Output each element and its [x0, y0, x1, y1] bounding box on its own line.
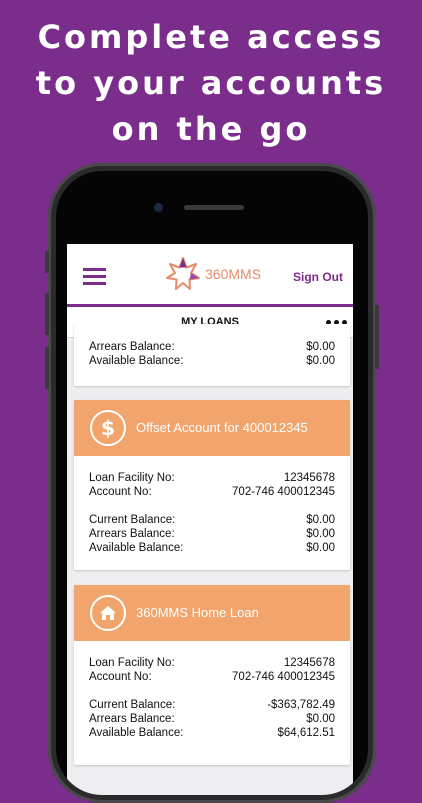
row-value: $0.00 [306, 355, 335, 367]
balance-row: Current Balance: -$363,782.49 [74, 699, 350, 713]
phone-side-button [45, 251, 49, 273]
brand-logo: 360MMS [165, 256, 261, 292]
row-value: 12345678 [283, 472, 335, 484]
row-label: Current Balance: [89, 514, 176, 526]
row-label: Account No: [89, 486, 152, 498]
balance-row: Current Balance: $0.00 [74, 514, 350, 528]
row-label: Arrears Balance: [89, 528, 175, 540]
loan-card-home-loan[interactable]: 360MMS Home Loan Loan Facility No: 12345… [74, 585, 350, 765]
detail-row: Account No: 702-746 400012345 [74, 671, 350, 685]
balance-row: Arrears Balance: $0.00 [74, 713, 350, 727]
balance-row: Available Balance: $0.00 [74, 355, 350, 369]
row-label: Arrears Balance: [89, 713, 175, 725]
loan-card-offset-account[interactable]: $ Offset Account for 400012345 Loan Faci… [74, 400, 350, 570]
detail-row: Loan Facility No: 12345678 [74, 472, 350, 486]
detail-row: Account No: 702-746 400012345 [74, 486, 350, 500]
star-logo-icon [166, 257, 200, 290]
row-label: Arrears Balance: [89, 341, 175, 353]
card-title: 360MMS Home Loan [136, 605, 259, 620]
row-value: 12345678 [283, 657, 335, 669]
phone-volume-up-button [45, 293, 49, 335]
hamburger-menu-icon[interactable] [83, 268, 106, 285]
dollar-icon: $ [90, 410, 126, 446]
phone-frame: 360MMS Sign Out MY LOANS Arrears Balance… [45, 163, 379, 803]
phone-bezel: 360MMS Sign Out MY LOANS Arrears Balance… [56, 171, 368, 795]
app-screen: 360MMS Sign Out MY LOANS Arrears Balance… [67, 244, 353, 795]
front-camera [154, 203, 163, 212]
row-value: $0.00 [306, 542, 335, 554]
loan-card-partial: Arrears Balance: $0.00 Available Balance… [74, 324, 350, 386]
home-icon [90, 595, 126, 631]
row-label: Available Balance: [89, 542, 184, 554]
row-value: 702-746 400012345 [232, 671, 335, 683]
card-header[interactable]: 360MMS Home Loan [74, 585, 350, 641]
card-header[interactable]: $ Offset Account for 400012345 [74, 400, 350, 456]
balance-row: Arrears Balance: $0.00 [74, 528, 350, 542]
phone-volume-down-button [45, 347, 49, 389]
balance-row: Available Balance: $0.00 [74, 542, 350, 556]
row-label: Available Balance: [89, 355, 184, 367]
row-label: Available Balance: [89, 727, 184, 739]
row-value: $0.00 [306, 713, 335, 725]
row-value: $0.00 [306, 514, 335, 526]
balance-row: Available Balance: $64,612.51 [74, 727, 350, 741]
app-header: 360MMS Sign Out [67, 244, 353, 307]
row-label: Account No: [89, 671, 152, 683]
headline-line-1: Complete access [37, 18, 385, 56]
brand-name: 360MMS [205, 266, 262, 282]
earpiece-speaker [184, 205, 244, 210]
row-value: $64,612.51 [277, 727, 335, 739]
row-label: Current Balance: [89, 699, 176, 711]
row-value: $0.00 [306, 341, 335, 353]
row-value: 702-746 400012345 [232, 486, 335, 498]
headline-line-2: to your accounts [35, 64, 387, 102]
sign-out-button[interactable]: Sign Out [293, 270, 343, 284]
row-value: $0.00 [306, 528, 335, 540]
detail-row: Loan Facility No: 12345678 [74, 657, 350, 671]
row-label: Loan Facility No: [89, 657, 175, 669]
balance-row: Arrears Balance: $0.00 [74, 341, 350, 355]
phone-power-button [375, 305, 379, 369]
card-title: Offset Account for 400012345 [136, 420, 308, 435]
promo-headline: Complete access to your accounts on the … [0, 14, 422, 152]
headline-line-3: on the go [111, 110, 311, 148]
row-value: -$363,782.49 [267, 699, 335, 711]
row-label: Loan Facility No: [89, 472, 175, 484]
